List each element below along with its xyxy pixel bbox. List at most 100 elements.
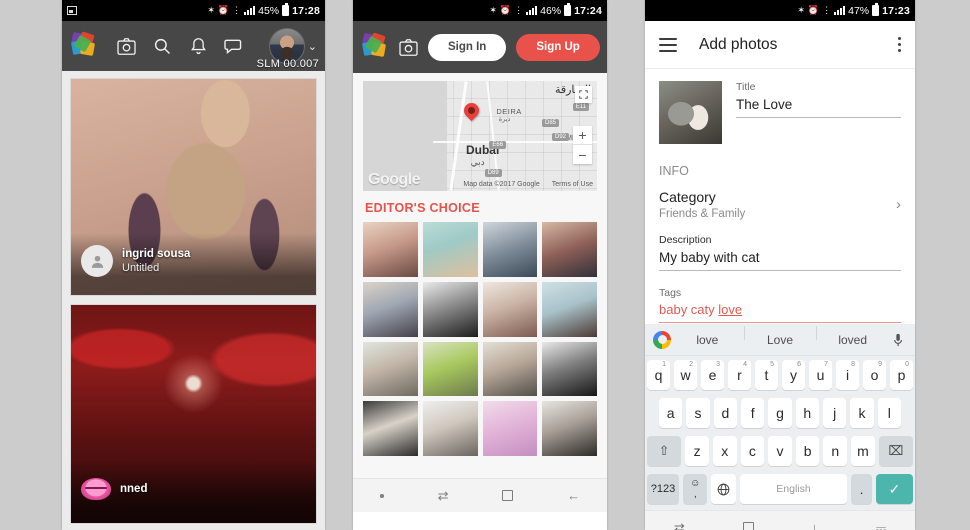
home-icon[interactable] — [742, 522, 754, 530]
explore-body[interactable]: الشارقة DEIRA ديرة Dubai دبي MIR E11 D85… — [353, 73, 607, 478]
key-m[interactable]: m — [851, 436, 875, 466]
category-row[interactable]: Category Friends & Family › — [659, 189, 901, 220]
keyboard-icon[interactable]: ⎓ — [876, 520, 886, 530]
grid-thumbnail[interactable] — [363, 341, 418, 397]
description-input[interactable]: My baby with cat — [659, 246, 901, 271]
feed-list[interactable]: ingrid sousa Untitled nned — [62, 71, 325, 530]
bell-icon[interactable] — [180, 26, 216, 66]
search-icon[interactable] — [144, 26, 180, 66]
map-zoom-controls[interactable]: + − — [573, 126, 592, 164]
shift-key[interactable]: ⇧ — [647, 436, 682, 466]
terms-of-use-link[interactable]: Terms of Use — [552, 181, 593, 188]
zoom-out-button[interactable]: − — [573, 145, 592, 164]
grid-thumbnail[interactable] — [542, 222, 597, 277]
grid-thumbnail[interactable] — [422, 281, 478, 337]
grid-thumbnail[interactable] — [542, 281, 597, 337]
grid-thumbnail[interactable] — [482, 222, 538, 277]
sign-up-button[interactable]: Sign Up — [516, 33, 600, 61]
hamburger-icon[interactable] — [659, 37, 677, 52]
key-a[interactable]: a — [659, 398, 683, 428]
suggestion-strip[interactable]: love Love loved — [645, 324, 915, 356]
microphone-icon[interactable] — [889, 333, 907, 347]
suggestion-item[interactable]: Love — [743, 325, 817, 347]
camera-icon[interactable] — [399, 27, 418, 67]
map-container[interactable]: الشارقة DEIRA ديرة Dubai دبي MIR E11 D85… — [353, 73, 607, 191]
grid-thumbnail[interactable] — [482, 341, 538, 397]
photo-grid[interactable] — [353, 222, 607, 456]
grid-thumbnail[interactable] — [363, 401, 418, 456]
system-nav-bar[interactable]: ⇄ ↓ ⎓ — [645, 510, 915, 530]
key-b[interactable]: b — [795, 436, 820, 466]
key-n[interactable]: n — [823, 436, 848, 466]
language-globe-key[interactable] — [711, 474, 736, 504]
key-w[interactable]: w2 — [674, 360, 697, 390]
grid-thumbnail[interactable] — [422, 401, 478, 456]
grid-thumbnail[interactable] — [542, 341, 597, 397]
on-screen-keyboard[interactable]: love Love loved q1 w2 e3 r4 t5 y6 u7 i8 — [645, 324, 915, 510]
chat-icon[interactable] — [216, 26, 252, 66]
title-input[interactable]: The Love — [736, 93, 901, 118]
key-g[interactable]: g — [768, 398, 792, 428]
add-photo-form[interactable]: Title The Love INFO Category Friends & F… — [645, 69, 915, 324]
recents-icon[interactable]: ⇄ — [438, 488, 449, 504]
feed-card[interactable]: ingrid sousa Untitled — [70, 78, 317, 296]
key-z[interactable]: z — [685, 436, 709, 466]
backspace-key[interactable]: ⌧ — [878, 436, 914, 466]
space-key[interactable]: English — [739, 474, 848, 504]
fullscreen-icon[interactable] — [575, 86, 592, 103]
app-logo-icon[interactable] — [70, 31, 98, 59]
kebab-menu-icon[interactable] — [898, 37, 901, 52]
chevron-right-icon[interactable]: › — [896, 196, 901, 213]
key-y[interactable]: y6 — [782, 360, 805, 390]
feed-card[interactable]: nned — [70, 304, 317, 524]
key-s[interactable]: s — [686, 398, 710, 428]
grid-thumbnail[interactable] — [482, 281, 538, 337]
keyboard-row-2[interactable]: a s d f g h j k l — [645, 394, 915, 432]
camera-icon[interactable] — [108, 26, 144, 66]
grid-thumbnail[interactable] — [363, 281, 418, 337]
symbols-key[interactable]: ?123 — [647, 474, 680, 504]
hide-keyboard-icon[interactable]: ↓ — [811, 520, 818, 530]
recents-icon[interactable]: ⇄ — [674, 520, 685, 530]
map-view[interactable]: الشارقة DEIRA ديرة Dubai دبي MIR E11 D85… — [363, 81, 597, 191]
key-c[interactable]: c — [740, 436, 765, 466]
key-o[interactable]: o9 — [863, 360, 886, 390]
key-l[interactable]: l — [877, 398, 901, 428]
keyboard-row-1[interactable]: q1 w2 e3 r4 t5 y6 u7 i8 o9 p0 — [645, 356, 915, 394]
grid-thumbnail[interactable] — [542, 401, 597, 456]
grid-thumbnail[interactable] — [422, 222, 478, 277]
key-j[interactable]: j — [822, 398, 847, 428]
suggestion-item[interactable]: loved — [816, 325, 889, 347]
key-f[interactable]: f — [741, 398, 765, 428]
key-x[interactable]: x — [712, 436, 737, 466]
tags-input[interactable]: baby caty love — [659, 299, 901, 323]
keyboard-row-3[interactable]: ⇧ z x c v b n m ⌧ — [645, 432, 915, 470]
key-u[interactable]: u7 — [809, 360, 832, 390]
system-nav-bar[interactable]: ⇄ ← — [353, 478, 607, 512]
key-d[interactable]: d — [713, 398, 737, 428]
selected-photo-thumbnail[interactable] — [659, 81, 722, 144]
zoom-in-button[interactable]: + — [573, 126, 592, 145]
key-k[interactable]: k — [850, 398, 874, 428]
key-i[interactable]: i8 — [836, 360, 859, 390]
google-g-icon[interactable] — [653, 330, 671, 349]
period-key[interactable]: . — [851, 474, 872, 504]
grid-thumbnail[interactable] — [482, 401, 538, 456]
app-logo-icon[interactable] — [361, 32, 389, 60]
grid-thumbnail[interactable] — [422, 341, 478, 397]
key-q[interactable]: q1 — [647, 360, 670, 390]
key-e[interactable]: e3 — [701, 360, 724, 390]
sign-in-button[interactable]: Sign In — [428, 33, 507, 61]
keyboard-row-4[interactable]: ?123 ☺ , English . ✓ — [645, 470, 915, 508]
grid-thumbnail[interactable] — [363, 222, 418, 277]
back-icon[interactable]: ← — [567, 488, 580, 503]
suggestion-item[interactable]: love — [671, 333, 744, 347]
home-icon[interactable] — [502, 490, 514, 501]
chevron-down-icon[interactable]: ⌄ — [308, 40, 317, 53]
key-h[interactable]: h — [795, 398, 819, 428]
key-r[interactable]: r4 — [728, 360, 751, 390]
key-v[interactable]: v — [768, 436, 792, 466]
key-p[interactable]: p0 — [890, 360, 913, 390]
emoji-key[interactable]: ☺ , — [683, 474, 708, 504]
enter-key[interactable]: ✓ — [875, 474, 913, 504]
